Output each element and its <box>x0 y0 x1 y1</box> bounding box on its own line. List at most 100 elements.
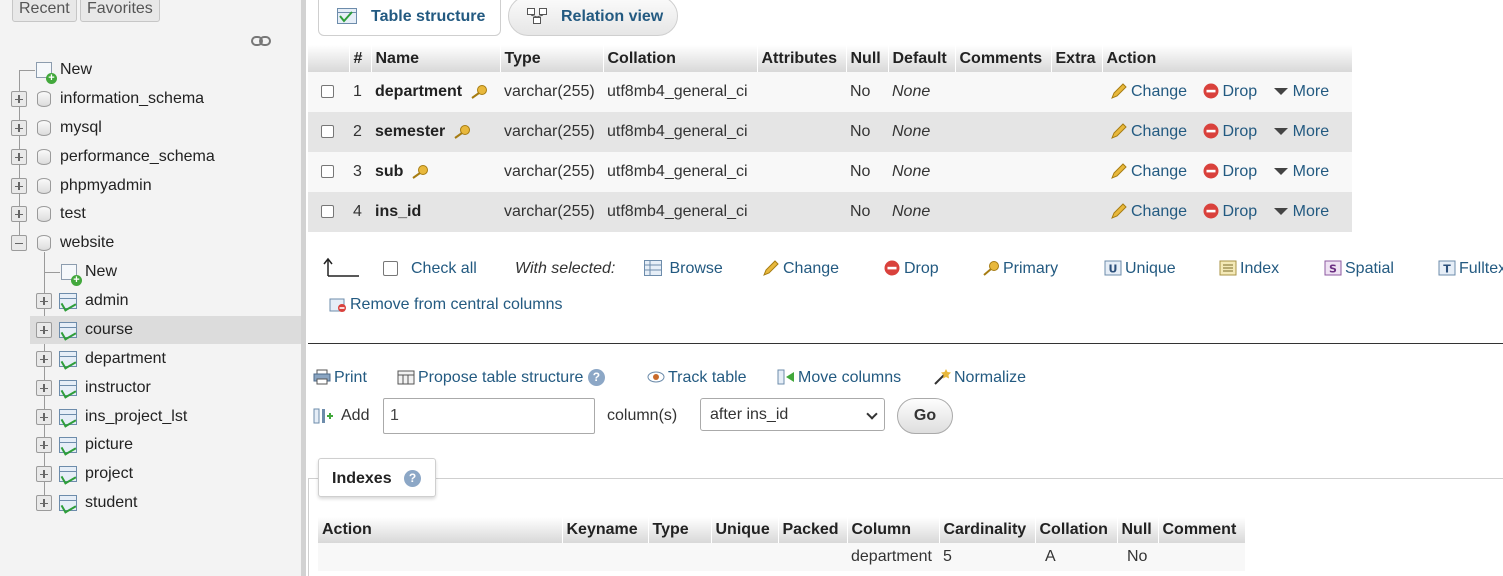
unique-icon: U <box>1104 260 1122 276</box>
expand-icon[interactable] <box>11 149 27 165</box>
more-dropdown[interactable]: More <box>1272 83 1329 100</box>
column-header[interactable]: Name <box>371 45 501 72</box>
pencil-icon <box>1111 203 1127 219</box>
expand-icon[interactable] <box>36 351 52 367</box>
tree-item-table-picture[interactable]: picture <box>0 433 300 457</box>
tab-relation-view[interactable]: Relation view <box>508 0 678 36</box>
expand-icon[interactable] <box>36 322 52 338</box>
favorites-tab[interactable]: Favorites <box>80 0 160 22</box>
print-link[interactable]: Print <box>313 369 367 387</box>
bulk-index-button[interactable]: Index <box>1219 260 1279 278</box>
expand-icon[interactable] <box>36 409 52 425</box>
move-columns-link[interactable]: Move columns <box>777 369 901 387</box>
column-null: No <box>846 192 888 232</box>
tree-item-table-student[interactable]: student <box>0 491 300 515</box>
row-checkbox[interactable] <box>321 165 334 179</box>
tab-table-structure[interactable]: Table structure <box>318 0 501 36</box>
tree-item-table-project[interactable]: project <box>0 462 300 486</box>
bulk-drop-button[interactable]: Drop <box>883 260 939 278</box>
bulk-fulltext-button[interactable]: T Fulltext <box>1438 260 1503 278</box>
bulk-browse-button[interactable]: Browse <box>644 260 723 278</box>
more-dropdown[interactable]: More <box>1272 203 1329 220</box>
tree-item-website-new[interactable]: New <box>0 260 300 286</box>
row-select[interactable] <box>308 152 349 192</box>
more-label: More <box>1292 83 1330 100</box>
expand-icon[interactable] <box>11 91 27 107</box>
remove-central-columns-button[interactable]: Remove from central columns <box>329 296 563 314</box>
expand-icon[interactable] <box>36 466 52 482</box>
panel-resize-handle[interactable] <box>301 0 306 576</box>
bulk-unique-button[interactable]: U Unique <box>1104 260 1176 278</box>
recent-tab[interactable]: Recent <box>12 0 77 22</box>
dropdown-triangle-icon <box>1273 208 1288 215</box>
expand-icon[interactable] <box>11 206 27 222</box>
tree-item-new[interactable]: New <box>0 58 300 84</box>
add-column-count-input[interactable] <box>383 398 595 434</box>
track-table-link[interactable]: Track table <box>647 369 747 387</box>
tree-item-table-course[interactable]: course <box>0 318 300 342</box>
change-link[interactable]: Change <box>1110 123 1187 140</box>
expand-icon[interactable] <box>36 293 52 309</box>
column-null: No <box>846 72 888 112</box>
row-checkbox[interactable] <box>321 125 334 139</box>
tree-item-table-ins-project-lst[interactable]: ins_project_lst <box>0 405 300 429</box>
tree-item-website[interactable]: website <box>0 231 300 255</box>
more-dropdown[interactable]: More <box>1272 163 1329 180</box>
column-header[interactable]: Type <box>500 45 604 72</box>
column-header[interactable]: Attributes <box>757 45 847 72</box>
change-link[interactable]: Change <box>1110 163 1187 180</box>
expand-icon[interactable] <box>36 380 52 396</box>
drop-link[interactable]: Drop <box>1202 203 1257 220</box>
drop-link[interactable]: Drop <box>1202 83 1257 100</box>
index-icon <box>1219 260 1237 276</box>
add-column-position-select[interactable]: after ins_id <box>700 398 885 431</box>
tree-item-phpmyadmin[interactable]: phpmyadmin <box>0 174 300 198</box>
change-link[interactable]: Change <box>1110 203 1187 220</box>
more-dropdown[interactable]: More <box>1272 123 1329 140</box>
dropdown-triangle-icon <box>1273 88 1288 95</box>
help-icon[interactable]: ? <box>587 369 605 387</box>
expand-icon[interactable] <box>11 178 27 194</box>
check-all-checkbox[interactable] <box>383 261 398 276</box>
expand-icon[interactable] <box>36 437 52 453</box>
drop-link[interactable]: Drop <box>1202 163 1257 180</box>
bulk-change-button[interactable]: Change <box>762 260 839 278</box>
bulk-primary-button[interactable]: Primary <box>982 260 1058 278</box>
tree-item-table-instructor[interactable]: instructor <box>0 376 300 400</box>
table-icon <box>59 495 77 511</box>
tree-item-table-admin[interactable]: admin <box>0 289 300 313</box>
column-header[interactable]: # <box>349 45 372 72</box>
column-header[interactable]: Default <box>888 45 956 72</box>
column-header[interactable]: Null <box>846 45 889 72</box>
column-header[interactable]: Collation <box>603 45 758 72</box>
column-default: None <box>888 72 955 112</box>
go-button[interactable]: Go <box>897 398 953 434</box>
tree-item-performance-schema[interactable]: performance_schema <box>0 145 300 169</box>
row-checkbox[interactable] <box>321 85 334 99</box>
help-icon[interactable]: ? <box>404 470 422 488</box>
row-select[interactable] <box>308 192 349 232</box>
column-header[interactable]: Comments <box>955 45 1052 72</box>
change-link[interactable]: Change <box>1110 83 1187 100</box>
remove-central-columns-label: Remove from central columns <box>350 296 563 313</box>
row-select[interactable] <box>308 112 349 152</box>
propose-structure-link[interactable]: Propose table structure ? <box>397 369 605 387</box>
tree-item-mysql[interactable]: mysql <box>0 116 300 140</box>
tree-item-test[interactable]: test <box>0 202 300 226</box>
row-checkbox[interactable] <box>321 205 334 219</box>
bulk-spatial-button[interactable]: S Spatial <box>1324 260 1394 278</box>
collapse-icon[interactable] <box>11 235 27 251</box>
column-header[interactable]: Extra <box>1051 45 1103 72</box>
drop-link[interactable]: Drop <box>1202 123 1257 140</box>
tree-item-information-schema[interactable]: information_schema <box>0 87 300 111</box>
normalize-link[interactable]: Normalize <box>933 369 1026 387</box>
tree-item-table-department[interactable]: department <box>0 347 300 371</box>
check-all-label[interactable]: Check all <box>411 260 477 278</box>
link-icon[interactable] <box>251 34 271 48</box>
column-header: Packed <box>778 517 848 543</box>
row-select[interactable] <box>308 72 349 112</box>
index-unique <box>711 543 778 571</box>
expand-icon[interactable] <box>36 495 52 511</box>
indexes-legend[interactable]: Indexes ? <box>318 458 436 497</box>
expand-icon[interactable] <box>11 120 27 136</box>
